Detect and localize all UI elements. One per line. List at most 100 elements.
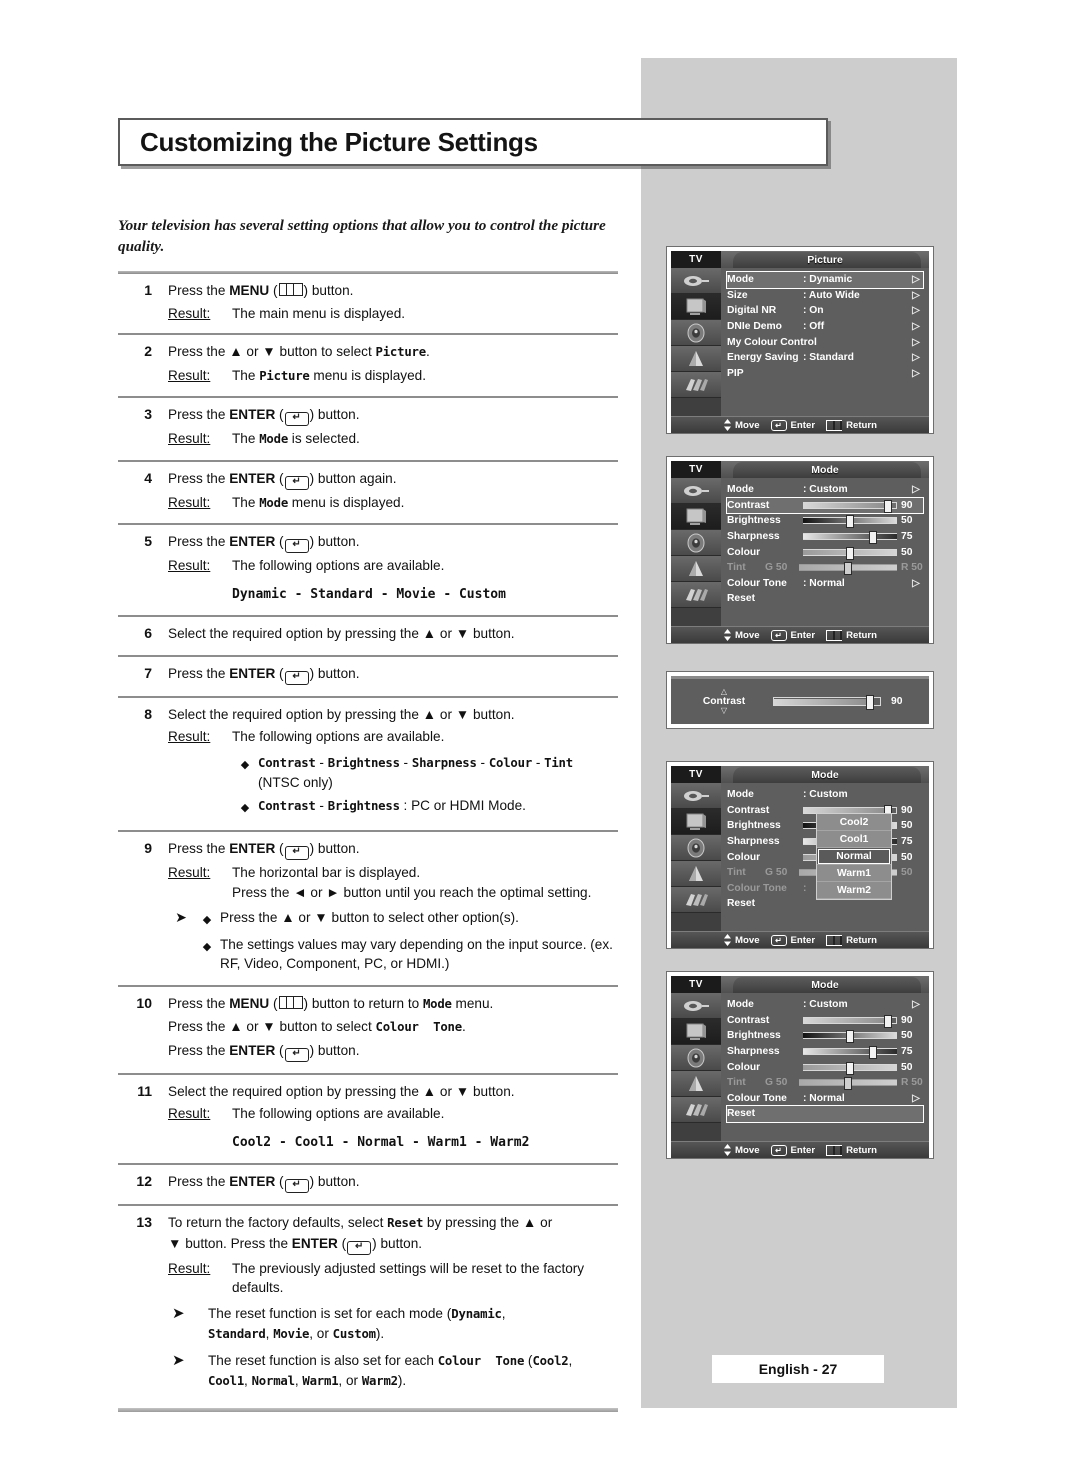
osd-title: Mode — [811, 463, 839, 476]
osd-row-label: PIP — [727, 367, 744, 379]
enter-button-icon: ↵ — [284, 670, 309, 685]
osd-row-tint[interactable]: Tint G 50 R 50 — [727, 560, 923, 576]
osd-row-label: Mode — [727, 484, 754, 496]
osd-row-label: Size — [727, 289, 748, 301]
brightness-slider[interactable] — [803, 1030, 897, 1044]
list-item: ◆ Contrast - Brightness - Sharpness - Co… — [232, 753, 618, 792]
dropdown-option-cool1[interactable]: Cool1 — [817, 831, 891, 848]
osd-row-prefix: G 50 — [765, 867, 788, 879]
osd-row-colour-tone[interactable]: Colour Tone: Normal ▷ — [727, 1091, 923, 1107]
osd-row-label: Colour — [727, 546, 761, 558]
osd-footer-bar: Move ↵ Enter Return — [671, 931, 929, 948]
osd-row-sharpness[interactable]: Sharpness 75 — [727, 529, 923, 545]
osd-icon-setup[interactable] — [671, 582, 721, 608]
osd-row-reset[interactable]: Reset — [727, 591, 923, 607]
tint-slider[interactable] — [799, 562, 897, 576]
tint-slider[interactable] — [799, 1077, 897, 1091]
divider — [118, 1407, 618, 1412]
osd-move-hint: Move — [723, 1144, 760, 1156]
osd-icon-input[interactable] — [671, 783, 721, 809]
list-item: ◆ Contrast - Brightness : PC or HDMI Mod… — [232, 796, 618, 819]
dropdown-option-cool2[interactable]: Cool2 — [817, 814, 891, 831]
colour-tone-dropdown[interactable]: Cool2 Cool1 Normal Warm1 Warm2 — [816, 813, 892, 900]
osd-icon-channel[interactable] — [671, 861, 721, 887]
enter-button-icon: ↵ — [347, 1240, 372, 1255]
osd-row-colour[interactable]: Colour 50 — [727, 544, 923, 560]
enter-button-icon: ↵ — [284, 475, 309, 490]
osd-row-label: Tint — [727, 562, 746, 574]
osd-icon-setup[interactable] — [671, 1097, 721, 1123]
note-item: ➤ ◆ Press the ▲ or ▼ button to select ot… — [168, 908, 618, 931]
colour-slider[interactable] — [803, 546, 897, 560]
result-label: Result: — [168, 1260, 211, 1276]
osd-row-my-colour-control[interactable]: My Colour Control ▷ — [727, 334, 923, 350]
up-down-arrow-icon — [724, 1144, 731, 1156]
osd-row-sharpness[interactable]: Sharpness 75 — [727, 1044, 923, 1060]
osd-icon-sound[interactable] — [671, 1045, 721, 1071]
osd-row-energy-saving[interactable]: Energy Saving: Standard ▷ — [727, 350, 923, 366]
sharpness-slider[interactable] — [803, 1046, 897, 1060]
osd-row-digital-nr[interactable]: Digital NR: On ▷ — [727, 303, 923, 319]
brightness-slider[interactable] — [803, 515, 897, 529]
osd-row-tint[interactable]: Tint G 50 R 50 — [727, 1075, 923, 1091]
osd-row-value: : On — [803, 305, 824, 317]
osd-row-label: Colour Tone — [727, 577, 787, 589]
sharpness-slider[interactable] — [803, 531, 897, 545]
osd-tv-label: TV — [671, 976, 721, 993]
osd-icon-input[interactable] — [671, 268, 721, 294]
osd-item-list: Mode: Custom ▷ Contrast 90 Brightness 50 … — [721, 478, 929, 626]
osd-row-dnie-demo[interactable]: DNIe Demo: Off ▷ — [727, 319, 923, 335]
osd-row-mode[interactable]: Mode: Custom ▷ — [727, 482, 923, 498]
dropdown-option-warm2[interactable]: Warm2 — [817, 882, 891, 899]
step-2: 2 Press the ▲ or ▼ button to select Pict… — [118, 335, 618, 396]
dropdown-option-warm1[interactable]: Warm1 — [817, 865, 891, 882]
osd-row-colour[interactable]: Colour 50 — [727, 1059, 923, 1075]
osd-icon-sound[interactable] — [671, 835, 721, 861]
osd-icon-picture[interactable] — [671, 809, 721, 835]
osd-icon-picture[interactable] — [671, 294, 721, 320]
chevron-right-icon: ▷ — [912, 321, 920, 333]
osd-row-size[interactable]: Size: Auto Wide ▷ — [727, 288, 923, 304]
osd-row-contrast[interactable]: Contrast 90 — [726, 496, 924, 515]
osd-icon-sound[interactable] — [671, 530, 721, 556]
osd-row-label: Contrast — [727, 499, 770, 511]
osd-icon-input[interactable] — [671, 478, 721, 504]
contrast-slider[interactable] — [773, 695, 881, 710]
osd-row-mode[interactable]: Mode: Custom — [727, 787, 923, 803]
osd-row-value: 50 — [901, 1030, 913, 1042]
osd-row-brightness[interactable]: Brightness 50 — [727, 513, 923, 529]
osd-icon-setup[interactable] — [671, 887, 721, 913]
osd-icon-channel[interactable] — [671, 556, 721, 582]
osd-return-hint: Return — [825, 629, 877, 641]
osd-mode-menu-colour-tone: TV Mode Mode: Custom Contrast 90 Brightn… — [666, 761, 934, 949]
diamond-icon: ◆ — [240, 801, 250, 814]
osd-icon-picture[interactable] — [671, 504, 721, 530]
osd-row-reset[interactable]: Reset — [726, 1105, 924, 1123]
colour-tone-options: Cool2 - Cool1 - Normal - Warm1 - Warm2 — [232, 1134, 530, 1150]
arrow-bullet-icon: ➤ — [175, 909, 187, 925]
osd-row-value: : Dynamic — [803, 274, 853, 286]
osd-row-contrast[interactable]: Contrast 90 — [727, 1013, 923, 1029]
osd-row-mode[interactable]: Mode: Custom ▷ — [727, 997, 923, 1013]
osd-icon-channel[interactable] — [671, 346, 721, 372]
osd-icon-input[interactable] — [671, 993, 721, 1019]
osd-row-colour-tone[interactable]: Colour Tone: Normal ▷ — [727, 576, 923, 592]
osd-icon-setup[interactable] — [671, 372, 721, 398]
osd-row-mode[interactable]: Mode: Dynamic ▷ — [726, 271, 924, 289]
osd-row-label: Colour Tone — [727, 1092, 787, 1104]
down-arrow-icon: ▽ — [720, 706, 728, 715]
menu-button-icon — [826, 1144, 843, 1156]
osd-footer-bar: Move ↵ Enter Return — [671, 416, 929, 433]
step-text: Select the required option by pressing t… — [168, 706, 515, 722]
contrast-slider[interactable] — [803, 499, 897, 513]
contrast-slider[interactable] — [803, 1014, 897, 1028]
osd-icon-channel[interactable] — [671, 1071, 721, 1097]
dropdown-option-normal[interactable]: Normal — [817, 848, 891, 865]
osd-icon-sound[interactable] — [671, 320, 721, 346]
osd-row-brightness[interactable]: Brightness 50 — [727, 1028, 923, 1044]
osd-row-pip[interactable]: PIP ▷ — [727, 366, 923, 382]
chevron-right-icon: ▷ — [912, 274, 920, 286]
osd-item-list: Mode: Custom Contrast 90 Brightness 50 S… — [721, 783, 929, 931]
osd-icon-picture[interactable] — [671, 1019, 721, 1045]
colour-slider[interactable] — [803, 1061, 897, 1075]
